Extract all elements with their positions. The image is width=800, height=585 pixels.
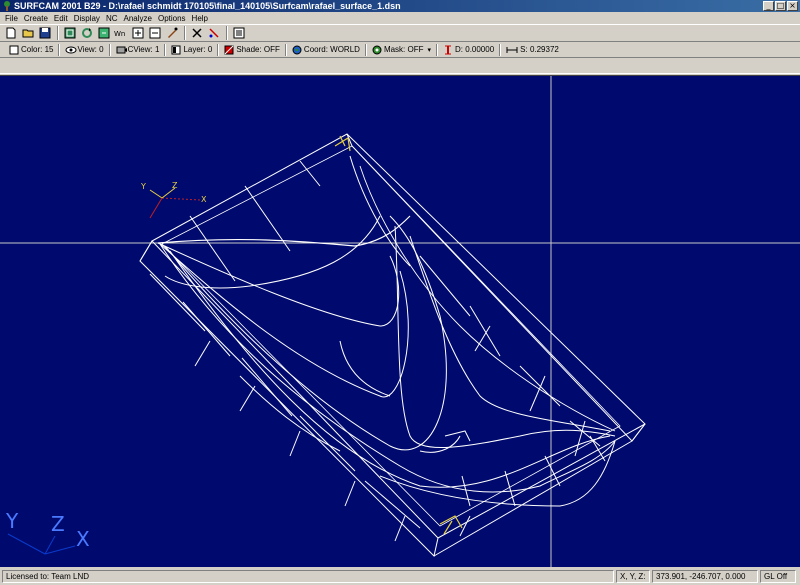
prompt-strip <box>0 58 800 74</box>
status-separator <box>364 43 367 56</box>
mask-label: Mask: OFF <box>383 45 424 54</box>
chevron-down-icon[interactable]: ▾ <box>428 46 432 54</box>
new-file-icon[interactable] <box>3 25 19 41</box>
coord-selector[interactable]: Coord: WORLD <box>289 43 363 57</box>
zoom-in-icon[interactable] <box>130 25 146 41</box>
dimension-icon <box>506 45 518 55</box>
menu-nc[interactable]: NC <box>103 14 121 23</box>
box-back-side <box>346 133 646 442</box>
view-label: View: 0 <box>77 45 104 54</box>
cview-selector[interactable]: CView: 1 <box>113 43 163 57</box>
scale-field[interactable]: S: 0.29372 <box>503 43 562 57</box>
window-title: SURFCAM 2001 B29 - D:\rafael schmidt 170… <box>14 1 401 11</box>
status-toolbar: Color: 15 View: 0 CView: 1 Layer: 0 Shad… <box>0 42 800 58</box>
menu-edit[interactable]: Edit <box>51 14 71 23</box>
coord-label-panel: X, Y, Z: <box>616 570 650 583</box>
wireframe-model: Y Z X Y Z X <box>0 76 800 567</box>
zoom-out-icon[interactable] <box>147 25 163 41</box>
status-separator <box>499 43 502 56</box>
menu-file[interactable]: File <box>2 14 21 23</box>
menu-help[interactable]: Help <box>189 14 211 23</box>
shade-toggle[interactable]: Shade: OFF <box>221 43 283 57</box>
globe-icon <box>292 45 302 55</box>
zoom-all-icon[interactable] <box>62 25 78 41</box>
minimize-button[interactable]: _ <box>763 1 774 11</box>
color-swatch-icon <box>9 45 19 55</box>
main-toolbar: Wn <box>0 24 800 42</box>
list-icon[interactable] <box>231 25 247 41</box>
color-label: Color: 15 <box>21 45 54 54</box>
open-folder-icon[interactable] <box>20 25 36 41</box>
delete-icon[interactable] <box>189 25 205 41</box>
shade-label: Shade: OFF <box>236 45 280 54</box>
view-selector[interactable]: View: 0 <box>62 43 106 57</box>
menu-bar: File Create Edit Display NC Analyze Opti… <box>0 12 800 24</box>
window-controls: _ □ × <box>763 1 798 11</box>
layer-label: Layer: 0 <box>183 45 213 54</box>
app-tree-icon <box>2 1 12 11</box>
cview-label: CView: 1 <box>127 45 160 54</box>
coord-label: Coord: WORLD <box>303 45 360 54</box>
svg-text:Wn: Wn <box>114 30 125 38</box>
menu-display[interactable]: Display <box>71 14 103 23</box>
menu-create[interactable]: Create <box>21 14 51 23</box>
svg-text:X: X <box>76 527 90 551</box>
depth-icon <box>443 45 453 55</box>
status-separator <box>58 43 61 56</box>
svg-text:Y: Y <box>140 182 146 191</box>
toolbar-separator <box>184 26 186 40</box>
menu-options[interactable]: Options <box>155 14 189 23</box>
status-separator <box>436 43 439 56</box>
mask-selector[interactable]: Mask: OFF ▾ <box>369 43 434 57</box>
depth-label: D: 0.00000 <box>455 45 495 54</box>
trim-icon[interactable] <box>206 25 222 41</box>
save-icon[interactable] <box>37 25 53 41</box>
graphics-viewport[interactable]: Y Z X Y Z X <box>0 75 800 567</box>
scale-label: S: 0.29372 <box>520 45 559 54</box>
menu-analyze[interactable]: Analyze <box>121 14 155 23</box>
toolbar-separator <box>57 26 59 40</box>
title-bar[interactable]: SURFCAM 2001 B29 - D:\rafael schmidt 170… <box>0 0 800 12</box>
svg-text:Y: Y <box>5 509 19 533</box>
depth-field[interactable]: D: 0.00000 <box>440 43 497 57</box>
surfcam-window: SURFCAM 2001 B29 - D:\rafael schmidt 170… <box>0 0 800 585</box>
status-separator <box>108 43 111 56</box>
maximize-button[interactable]: □ <box>775 1 786 11</box>
mask-icon <box>372 45 382 55</box>
license-panel: Licensed to: Team LND <box>2 570 614 583</box>
svg-text:Z: Z <box>51 512 65 536</box>
coord-value-panel: 373.901, -246.707, 0.000 <box>652 570 758 583</box>
cview-icon <box>116 45 127 55</box>
color-selector[interactable]: Color: 15 <box>6 43 56 57</box>
status-separator <box>284 43 287 56</box>
layer-selector[interactable]: Layer: 0 <box>168 43 215 57</box>
refresh-icon[interactable] <box>96 25 112 41</box>
pan-icon[interactable] <box>164 25 180 41</box>
shade-icon <box>224 45 234 55</box>
zoom-window-icon[interactable]: Wn <box>113 25 129 41</box>
layer-icon <box>171 45 181 55</box>
eye-icon <box>65 45 77 55</box>
close-button[interactable]: × <box>787 1 798 11</box>
toolbar-separator <box>226 26 228 40</box>
bottom-status-bar: Licensed to: Team LND X, Y, Z: 373.901, … <box>0 568 800 585</box>
gl-panel: GL Off <box>760 570 796 583</box>
svg-text:X: X <box>201 195 207 204</box>
view-axis-indicator: Y Z X <box>5 509 90 555</box>
model-axis-triad: Y Z X <box>140 181 207 219</box>
status-separator <box>217 43 220 56</box>
status-separator <box>164 43 167 56</box>
rotate-icon[interactable] <box>79 25 95 41</box>
svg-text:Z: Z <box>172 181 178 190</box>
